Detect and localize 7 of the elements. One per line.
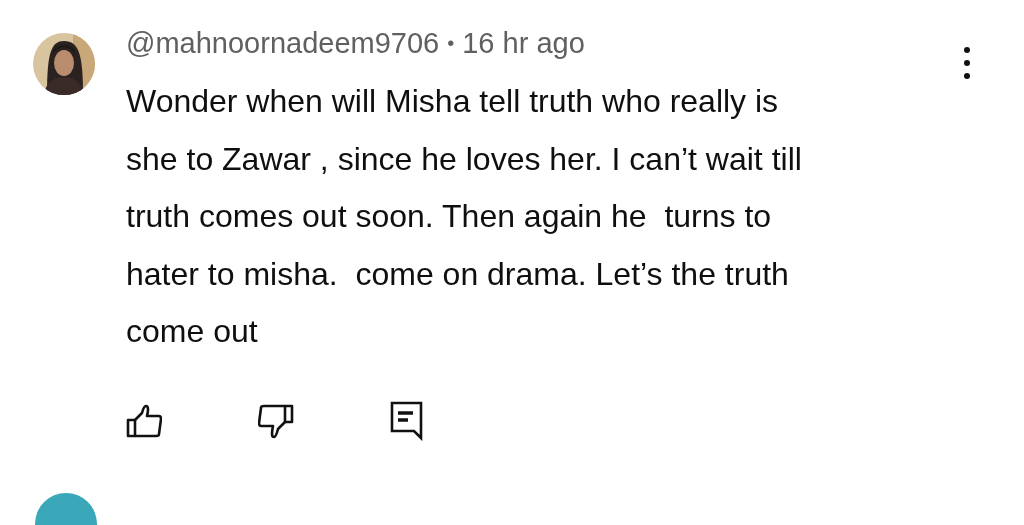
reply-icon[interactable] <box>390 400 424 441</box>
timestamp: 16 hr ago <box>462 26 585 61</box>
separator-dot: • <box>447 31 455 56</box>
username[interactable]: @mahnoornadeem9706 <box>126 21 440 65</box>
comment-text: Wonder when will Misha tell truth who really is she to Zawar , since he loves her. I can’t wait till truth comes out soon. Then again he turns to hater to misha. come on drama. Let’s the truth come out <box>126 82 803 351</box>
thumbs-down-icon[interactable] <box>258 402 294 439</box>
thumbs-up-icon[interactable] <box>126 402 162 439</box>
